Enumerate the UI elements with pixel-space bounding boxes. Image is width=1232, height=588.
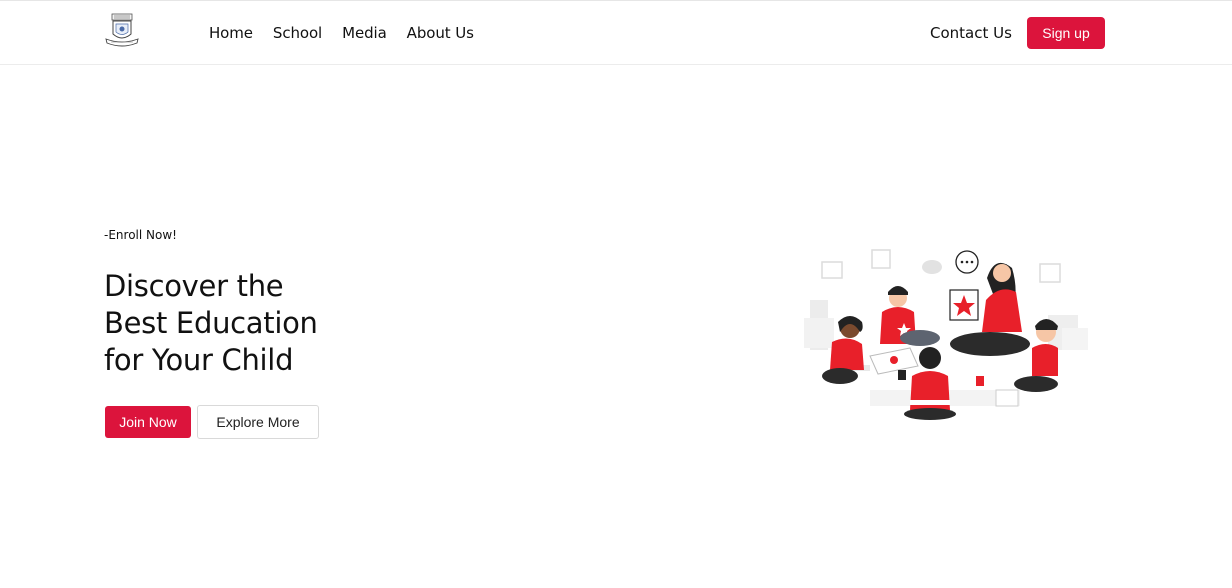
join-now-button[interactable]: Join Now [105,406,191,438]
nav-home-link[interactable]: Home [209,22,253,44]
classroom-children-illustration [804,249,1088,420]
nav-media-link[interactable]: Media [342,22,387,44]
nav-about-link[interactable]: About Us [407,22,474,44]
hero-title: Discover the Best Education for Your Chi… [104,268,384,379]
site-header: Home School Media About Us Contact Us Si… [0,1,1232,65]
enroll-eyebrow: -Enroll Now! [104,228,177,242]
main-navigation: Home School Media About Us [209,22,494,44]
hero-title-line: Best Education [104,306,318,340]
school-crest-icon[interactable] [104,12,140,50]
contact-us-link[interactable]: Contact Us [930,22,1012,44]
signup-button[interactable]: Sign up [1027,17,1105,49]
hero-title-line: Discover the [104,269,284,303]
nav-school-link[interactable]: School [273,22,322,44]
explore-more-button[interactable]: Explore More [197,405,319,439]
hero-title-line: for Your Child [104,343,294,377]
